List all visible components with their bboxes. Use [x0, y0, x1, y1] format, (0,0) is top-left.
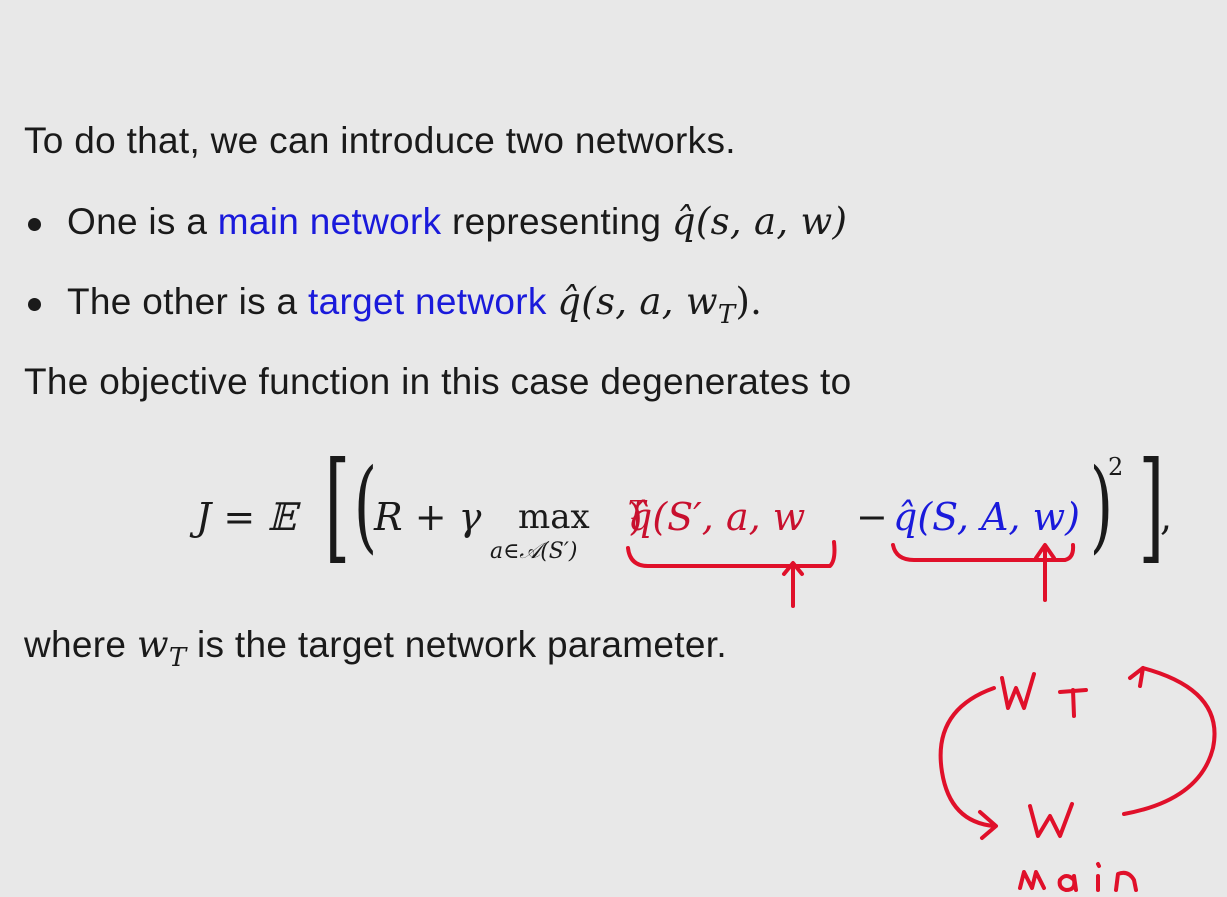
- target-network-term: target network: [308, 281, 547, 322]
- eq-max: max: [518, 497, 590, 537]
- eq-minus: −: [856, 495, 888, 539]
- where-text: where wT is the target network parameter…: [24, 623, 727, 673]
- eq-r-gamma: R + γ: [374, 495, 482, 539]
- eq-main-term: q̂(S, A, w): [893, 495, 1080, 539]
- hand-cycle-right-arc: [1122, 666, 1217, 816]
- objective-text: The objective function in this case dege…: [24, 361, 852, 402]
- bullet-2-math: q̂(s, a, wT).: [557, 280, 763, 331]
- eq-comma: ,: [1160, 495, 1173, 539]
- bullet-2-suffix: [547, 281, 558, 322]
- hand-cycle-left-arc: [938, 686, 996, 828]
- bullet-1-prefix: One is a: [67, 201, 218, 242]
- hand-w-lower: [1028, 802, 1074, 838]
- bullet-1-suffix: representing: [441, 201, 672, 242]
- bullet-1-math: q̂(s, a, w): [671, 200, 848, 243]
- bullet-dot-2: [28, 298, 41, 311]
- objective-equation: J = 𝔼 [ ( R + γ max a∈𝒜(S′) q̂(S′, a, wT…: [196, 437, 1173, 576]
- where-var: wT: [136, 623, 187, 674]
- eq-open-square: [: [324, 437, 351, 576]
- bullet-2-prefix: The other is a: [67, 281, 309, 322]
- eq-lhs: J = 𝔼: [196, 495, 297, 539]
- hand-top-arrowhead: [1128, 666, 1145, 688]
- hand-wt-t: [1058, 688, 1088, 718]
- hand-wt-w: [1000, 672, 1036, 710]
- eq-power: 2: [1108, 453, 1124, 481]
- where-after: is the target network parameter.: [186, 624, 727, 665]
- intro-text: To do that, we can introduce two network…: [24, 120, 736, 161]
- bullet-item-main: One is a main network representing q̂(s,…: [67, 200, 847, 243]
- hand-caption-main: [1018, 862, 1138, 892]
- main-network-term: main network: [217, 201, 442, 242]
- eq-max-sub: a∈𝒜(S′): [490, 539, 578, 564]
- bullet-item-target: The other is a target network q̂(s, a, w…: [67, 280, 762, 330]
- where-before: where: [24, 624, 137, 665]
- hand-left-arrowhead: [978, 810, 998, 840]
- bullet-dot-1: [28, 218, 41, 231]
